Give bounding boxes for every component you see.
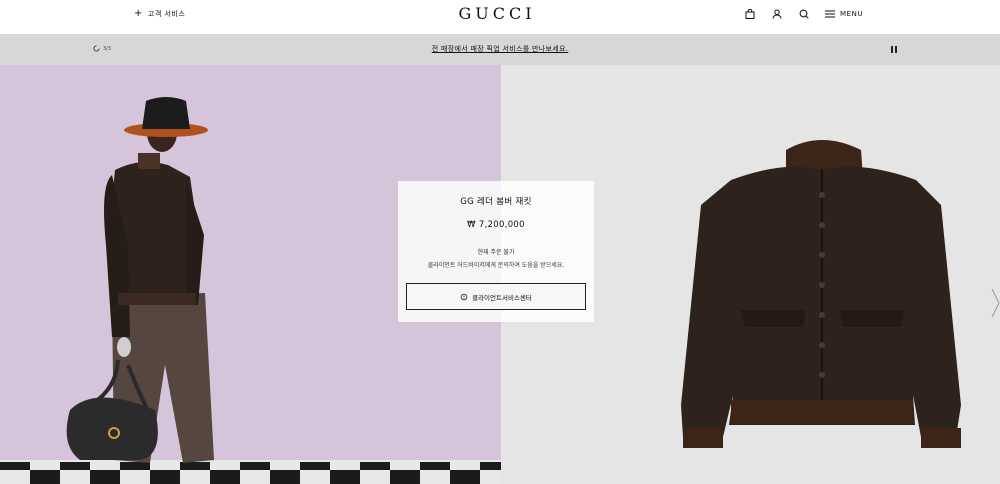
shopping-bag-icon[interactable] bbox=[744, 8, 756, 20]
next-arrow-icon[interactable] bbox=[990, 287, 1000, 319]
search-icon[interactable] bbox=[798, 8, 810, 20]
gucci-logo[interactable]: GUCCI bbox=[456, 4, 538, 23]
menu-label: MENU bbox=[840, 10, 864, 18]
hamburger-menu-icon bbox=[825, 10, 835, 18]
notice-bar: 3/3 전 매장에서 매장 픽업 서비스를 만나보세요. bbox=[0, 34, 1000, 65]
menu-button[interactable]: MENU bbox=[825, 10, 863, 18]
top-header: + 고객 서비스 GUCCI MENU bbox=[0, 0, 1000, 34]
availability-description: 클라이언트 어드바이저에게 문의하여 도움을 받으세요. bbox=[427, 262, 565, 269]
customer-service-label: 고객 서비스 bbox=[147, 10, 186, 18]
client-service-button[interactable]: 클라이언트서비스센터 bbox=[406, 283, 586, 310]
checker-floor bbox=[0, 460, 501, 484]
customer-service-link[interactable]: + 고객 서비스 bbox=[134, 9, 185, 19]
client-service-label: 클라이언트서비스센터 bbox=[472, 293, 532, 302]
support-icon bbox=[460, 293, 468, 300]
plus-icon: + bbox=[134, 8, 143, 19]
pause-button[interactable] bbox=[891, 46, 897, 53]
product-name[interactable]: GG 레더 봄버 재킷 bbox=[398, 195, 594, 207]
user-icon[interactable] bbox=[771, 8, 783, 20]
product-price: ₩ 7,200,000 bbox=[467, 220, 525, 230]
header-icons: MENU bbox=[744, 8, 863, 20]
availability-text: 현재 주문 불가 bbox=[477, 249, 515, 256]
notice-message-link[interactable]: 전 매장에서 매장 픽업 서비스를 만나보세요. bbox=[0, 44, 1000, 54]
product-card: GG 레더 봄버 재킷 ₩ 7,200,000 현재 주문 불가 클라이언트 어… bbox=[398, 181, 594, 322]
